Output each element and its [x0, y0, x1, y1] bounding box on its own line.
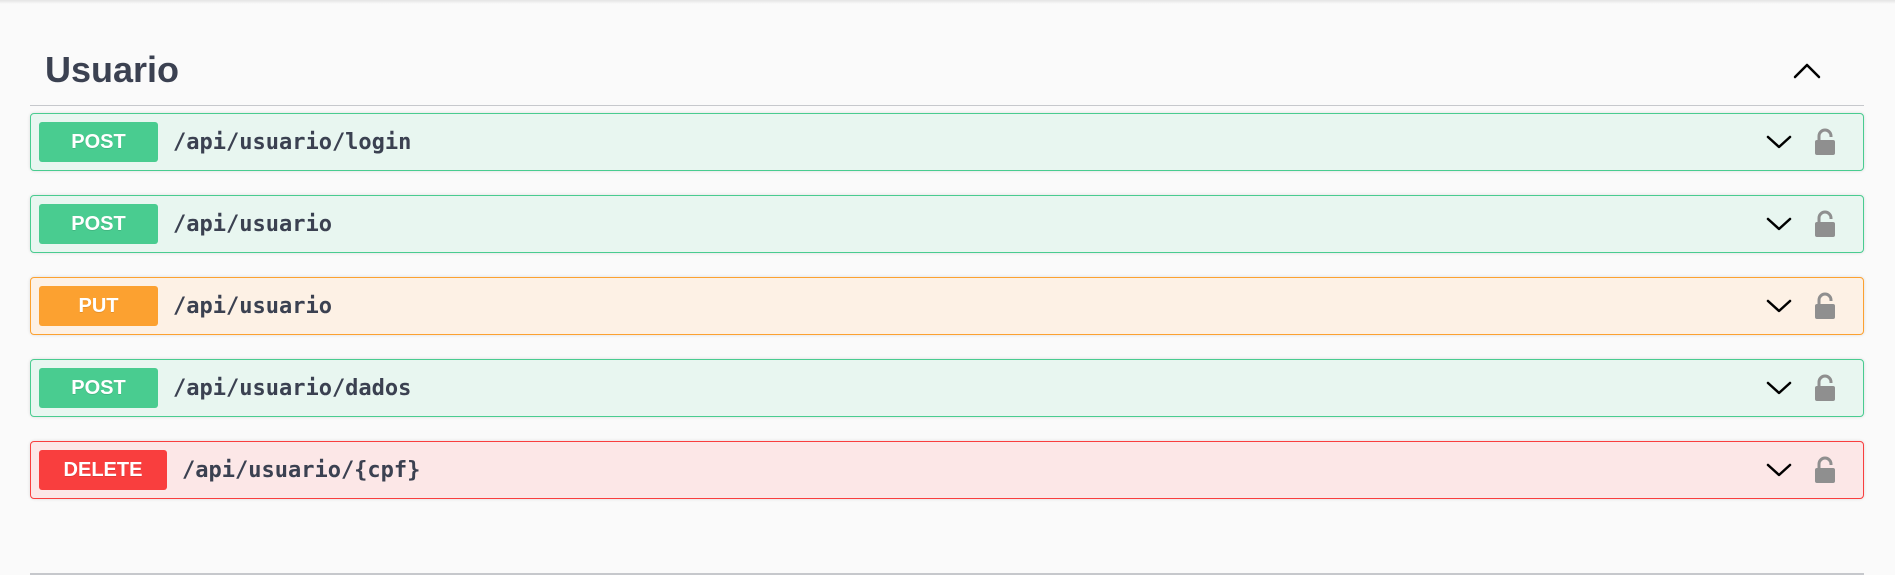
- operation-path: /api/usuario: [173, 211, 332, 237]
- authorize-button[interactable]: [1812, 455, 1838, 485]
- operation-row[interactable]: POST /api/usuario/login: [30, 113, 1864, 171]
- operation-row[interactable]: POST /api/usuario: [30, 195, 1864, 253]
- unlocked-padlock-icon: [1815, 456, 1835, 483]
- unlocked-padlock-icon: [1815, 374, 1835, 401]
- operation-controls: [1764, 455, 1838, 485]
- expand-button[interactable]: [1764, 455, 1794, 485]
- section-header[interactable]: Usuario: [30, 34, 1864, 106]
- chevron-down-icon: [1766, 217, 1792, 231]
- method-badge: PUT: [39, 286, 158, 326]
- operation-controls: [1764, 127, 1838, 157]
- chevron-down-icon: [1766, 299, 1792, 313]
- method-badge: POST: [39, 368, 158, 408]
- method-badge: POST: [39, 122, 158, 162]
- chevron-up-icon: [1793, 63, 1821, 78]
- authorize-button[interactable]: [1812, 291, 1838, 321]
- operation-controls: [1764, 209, 1838, 239]
- operation-row[interactable]: PUT /api/usuario: [30, 277, 1864, 335]
- operation-row[interactable]: POST /api/usuario/dados: [30, 359, 1864, 417]
- chevron-down-icon: [1766, 135, 1792, 149]
- authorize-button[interactable]: [1812, 127, 1838, 157]
- chevron-down-icon: [1766, 463, 1792, 477]
- operation-path: /api/usuario/dados: [173, 375, 412, 401]
- tag-section-usuario: Usuario POST /api/usuario/login POST /ap…: [30, 34, 1864, 523]
- expand-button[interactable]: [1764, 291, 1794, 321]
- operation-path: /api/usuario/{cpf}: [182, 457, 421, 483]
- operation-controls: [1764, 291, 1838, 321]
- expand-button[interactable]: [1764, 127, 1794, 157]
- operation-row[interactable]: DELETE /api/usuario/{cpf}: [30, 441, 1864, 499]
- unlocked-padlock-icon: [1815, 292, 1835, 319]
- chevron-down-icon: [1766, 381, 1792, 395]
- operations-list: POST /api/usuario/login POST /api/usuari…: [30, 113, 1864, 499]
- top-divider: [0, 0, 1895, 4]
- collapse-button[interactable]: [1790, 53, 1824, 87]
- operation-controls: [1764, 373, 1838, 403]
- section-title: Usuario: [45, 48, 180, 90]
- expand-button[interactable]: [1764, 373, 1794, 403]
- unlocked-padlock-icon: [1815, 210, 1835, 237]
- operation-path: /api/usuario: [173, 293, 332, 319]
- unlocked-padlock-icon: [1815, 128, 1835, 155]
- authorize-button[interactable]: [1812, 373, 1838, 403]
- method-badge: POST: [39, 204, 158, 244]
- operation-path: /api/usuario/login: [173, 129, 412, 155]
- authorize-button[interactable]: [1812, 209, 1838, 239]
- expand-button[interactable]: [1764, 209, 1794, 239]
- method-badge: DELETE: [39, 450, 167, 490]
